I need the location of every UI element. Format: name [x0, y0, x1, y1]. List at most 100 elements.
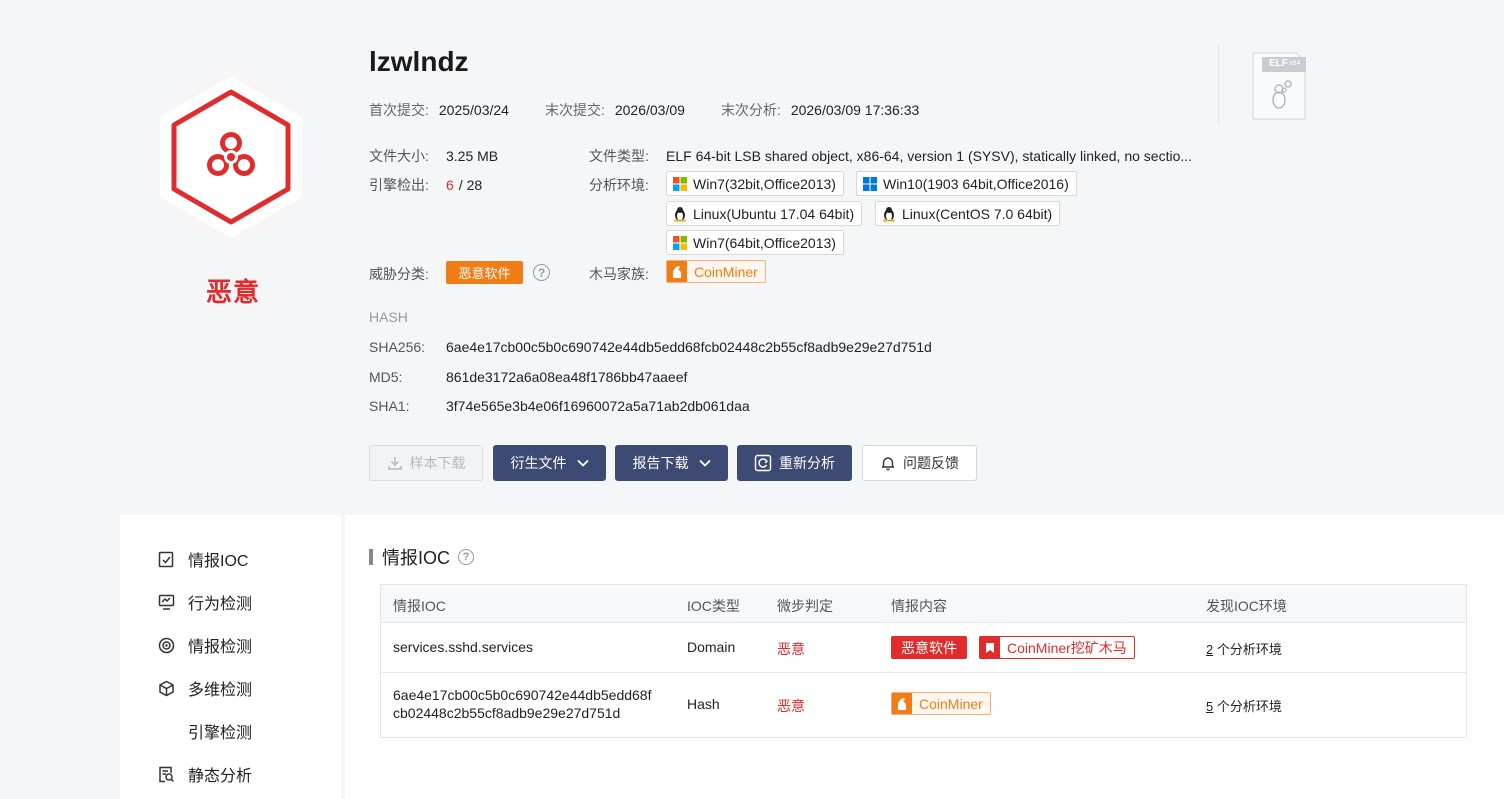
ioc-icon — [157, 550, 175, 568]
file-type-label: 文件类型: — [589, 148, 649, 164]
feedback-label: 问题反馈 — [903, 455, 959, 471]
cube-icon — [157, 679, 175, 697]
feedback-button[interactable]: 问题反馈 — [862, 445, 977, 481]
nav-item-label: 引擎检测 — [188, 725, 253, 742]
family-name: CoinMiner — [694, 263, 758, 280]
last-analysis-label: 末次分析: — [720, 102, 781, 118]
elf-file-icon: ELF x64 — [1252, 52, 1306, 120]
linux-icon — [674, 206, 686, 222]
nav-item-label: 静态分析 — [188, 768, 253, 785]
nav-item-label: 多维检测 — [188, 682, 253, 699]
family-label: 木马家族: — [589, 266, 649, 282]
col-header-verdict: 微步判定 — [777, 598, 833, 614]
env-label: 分析环境: — [589, 177, 649, 193]
ioc-title-text: 情报IOC — [382, 548, 451, 568]
monitor-icon — [157, 593, 175, 611]
table-row: services.sshd.services Domain 恶意 恶意软件 Co… — [381, 623, 1466, 673]
first-submit-label: 首次提交: — [369, 102, 429, 118]
side-nav: 情报IOC 行为检测 情报检测 多维检测 引擎检测 静态分析 — [120, 515, 341, 799]
ioc-panel: 情报IOC ? 情报IOC IOC类型 微步判定 情报内容 发现IOC环境 se… — [345, 515, 1504, 799]
windows-icon — [673, 176, 687, 191]
help-icon[interactable]: ? — [458, 549, 475, 565]
sha256-label: SHA256: — [369, 339, 426, 355]
last-submit-value: 2026/03/09 — [614, 102, 685, 118]
sha256-value[interactable]: 6ae4e17cb00c5b0c690742e44db5edd68fcb0244… — [446, 339, 932, 355]
trojan-horse-icon — [667, 261, 687, 282]
nav-item-label: 情报IOC — [188, 553, 249, 570]
env-tag-label: Linux(CentOS 7.0 64bit) — [902, 205, 1053, 222]
env-tag-label: Win7(32bit,Office2013) — [693, 175, 836, 192]
col-header-ioc: 情报IOC — [393, 598, 446, 614]
ioc-hash-line1: 6ae4e17cb00c5b0c690742e44db5edd68f — [393, 687, 652, 703]
malware-tag[interactable]: 恶意软件 — [891, 636, 967, 659]
bell-icon — [882, 457, 894, 471]
nav-item-behavior[interactable]: 行为检测 — [157, 590, 252, 614]
env-count-link[interactable]: 2 个分析环境 — [1206, 639, 1282, 658]
windows-icon — [673, 235, 687, 250]
env-suffix: 个分析环境 — [1216, 642, 1282, 657]
env-tag-win7-32[interactable]: Win7(32bit,Office2013) — [666, 171, 844, 196]
env-tag-label: Linux(Ubuntu 17.04 64bit) — [693, 205, 855, 222]
engine-label: 引擎检出: — [369, 177, 429, 193]
windows10-icon — [863, 176, 877, 191]
ioc-value[interactable]: services.sshd.services — [393, 639, 533, 655]
coinminer-tag[interactable]: CoinMiner挖矿木马 — [979, 636, 1135, 659]
sha1-row: SHA1: 3f74e565e3b4e06f16960072a5a71ab2db… — [369, 398, 750, 414]
nav-item-intel-detect[interactable]: 情报检测 — [157, 633, 252, 657]
download-sample-button[interactable]: 样本下载 — [369, 445, 483, 481]
last-submit-label: 末次提交: — [544, 102, 605, 118]
derived-files-button[interactable]: 衍生文件 — [493, 445, 606, 481]
md5-value[interactable]: 861de3172a6a08ea48f1786bb47aaeef — [446, 369, 687, 385]
file-size-value: 3.25 MB — [446, 148, 499, 164]
sha1-value[interactable]: 3f74e565e3b4e06f16960072a5a71ab2db061daa — [446, 398, 750, 414]
ioc-hash-line2: cb02448c2b55cf8adb9e29e27d751d — [393, 705, 621, 721]
env-row: 分析环境: — [589, 175, 666, 195]
nav-item-static[interactable]: 静态分析 — [157, 762, 252, 786]
engine-hits: 6 — [446, 177, 454, 193]
family-row: 木马家族: — [589, 264, 666, 284]
sha1-label: SHA1: — [369, 398, 410, 414]
family-tag[interactable]: CoinMiner — [666, 260, 766, 283]
title-bar — [369, 549, 373, 565]
file-type-value: ELF 64-bit LSB shared object, x86-64, ve… — [666, 148, 1193, 164]
env-tag-win10[interactable]: Win10(1903 64bit,Office2016) — [856, 171, 1077, 196]
download-icon — [387, 457, 402, 470]
bookmark-icon — [980, 637, 1000, 658]
threat-class-badge: 恶意软件 — [446, 261, 523, 284]
file-size-row: 文件大小: 3.25 MB — [369, 146, 498, 166]
divider — [1218, 45, 1219, 125]
env-count[interactable]: 5 — [1206, 699, 1213, 714]
nav-item-multi-detect[interactable]: 多维检测 — [157, 676, 252, 700]
refresh-icon — [754, 454, 772, 472]
threat-row: 威胁分类: — [369, 264, 446, 284]
help-icon[interactable]: ? — [533, 264, 550, 281]
engine-total: / 28 — [458, 177, 483, 193]
nav-item-intel-ioc[interactable]: 情报IOC — [157, 547, 248, 571]
nav-item-label: 情报检测 — [188, 639, 253, 656]
env-count-link[interactable]: 5 个分析环境 — [1206, 696, 1282, 715]
reanalyze-button[interactable]: 重新分析 — [737, 445, 852, 481]
env-count[interactable]: 2 — [1206, 642, 1213, 657]
file-size-label: 文件大小: — [369, 148, 429, 164]
tag-label: CoinMiner挖矿木马 — [1007, 639, 1127, 656]
col-header-type: IOC类型 — [687, 598, 740, 614]
report-download-button[interactable]: 报告下载 — [615, 445, 728, 481]
ioc-type: Hash — [687, 696, 720, 712]
trojan-horse-icon — [892, 693, 912, 714]
sample-name: lzwlndz — [369, 46, 469, 77]
elf-file-label: ELF — [1269, 58, 1288, 69]
env-tag-label: Win7(64bit,Office2013) — [693, 234, 836, 251]
document-search-icon — [157, 765, 175, 783]
env-tag-win7-64[interactable]: Win7(64bit,Office2013) — [666, 230, 844, 255]
ioc-verdict: 恶意 — [777, 641, 805, 657]
nav-item-engine[interactable]: 引擎检测 — [188, 719, 252, 743]
coinminer-family-tag[interactable]: CoinMiner — [891, 692, 991, 715]
report-download-label: 报告下载 — [632, 455, 689, 471]
env-tag-ubuntu[interactable]: Linux(Ubuntu 17.04 64bit) — [666, 201, 863, 226]
env-tag-centos[interactable]: Linux(CentOS 7.0 64bit) — [875, 201, 1061, 226]
sha256-row: SHA256: 6ae4e17cb00c5b0c690742e44db5edd6… — [369, 339, 932, 355]
col-header-content: 情报内容 — [891, 598, 947, 614]
ioc-value[interactable]: 6ae4e17cb00c5b0c690742e44db5edd68f cb024… — [393, 686, 651, 722]
download-sample-label: 样本下载 — [409, 455, 466, 471]
last-analysis-value: 2026/03/09 17:36:33 — [790, 102, 920, 118]
